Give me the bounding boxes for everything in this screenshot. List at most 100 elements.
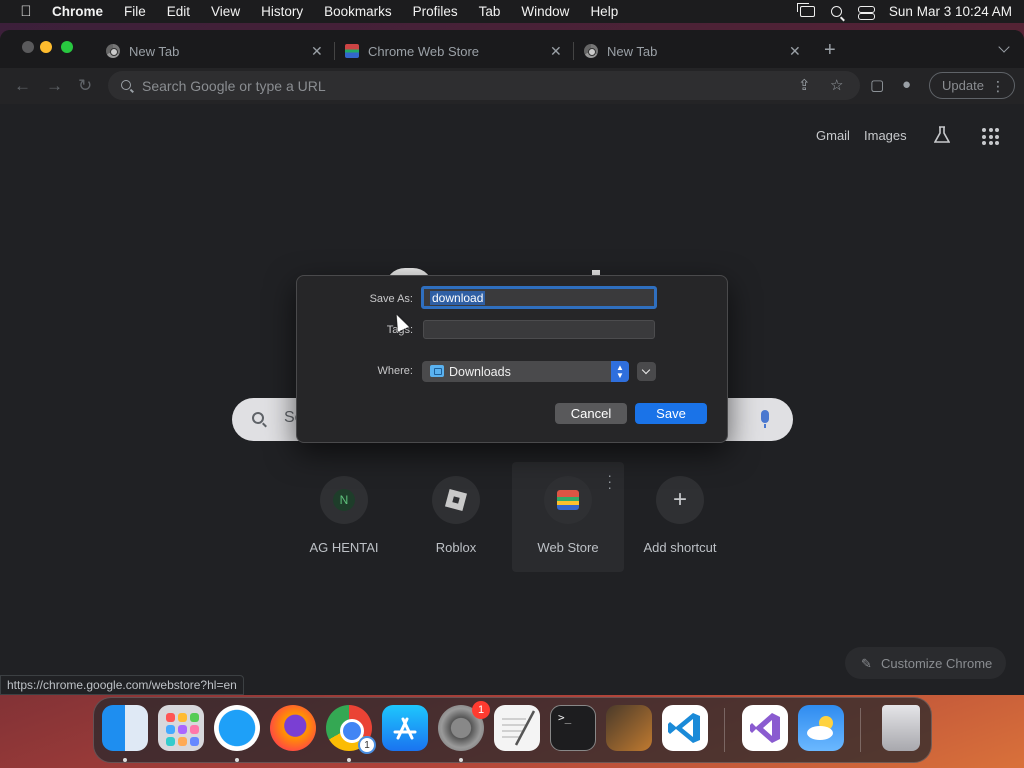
app-store-icon[interactable] bbox=[382, 705, 428, 751]
menu-clock[interactable]: Sun Mar 3 10:24 AM bbox=[889, 4, 1012, 19]
omnibox-placeholder: Search Google or type a URL bbox=[142, 77, 326, 94]
shortcut-label: Web Store bbox=[537, 540, 599, 555]
safari-icon[interactable] bbox=[214, 705, 260, 751]
dock-separator bbox=[860, 708, 861, 752]
customize-chrome-button[interactable]: ✎ Customize Chrome bbox=[845, 647, 1006, 679]
apple-icon[interactable]:  bbox=[0, 3, 52, 20]
running-indicator bbox=[347, 758, 351, 762]
shortcut-web-store[interactable]: · · · Web Store bbox=[512, 462, 624, 572]
roblox-icon bbox=[444, 488, 468, 512]
save-as-label: Save As: bbox=[369, 293, 413, 305]
menu-history[interactable]: History bbox=[261, 4, 303, 19]
tab-new-tab-1[interactable]: New Tab ✕ bbox=[106, 34, 334, 68]
trash-icon[interactable] bbox=[882, 705, 920, 751]
tab-separator bbox=[334, 42, 335, 60]
labs-flask-icon[interactable] bbox=[934, 126, 950, 144]
tab-close-icon[interactable]: ✕ bbox=[789, 43, 801, 60]
images-link[interactable]: Images bbox=[864, 128, 907, 143]
shortcut-roblox[interactable]: Roblox bbox=[400, 462, 512, 572]
vscode-icon[interactable] bbox=[662, 705, 708, 751]
gmail-link[interactable]: Gmail bbox=[816, 128, 850, 143]
app-store-glyph bbox=[393, 717, 417, 740]
screen-mirroring-icon[interactable] bbox=[796, 3, 815, 17]
shortcut-icon: N bbox=[320, 476, 368, 524]
save-dialog: Save As: download Tags: Where: Downloads… bbox=[296, 275, 728, 443]
apps-grid-icon[interactable] bbox=[982, 128, 999, 145]
spotlight-search-icon[interactable] bbox=[830, 6, 842, 17]
tab-separator bbox=[573, 42, 574, 60]
visual-studio-icon[interactable] bbox=[742, 705, 788, 751]
expand-dialog-button[interactable] bbox=[637, 362, 656, 381]
save-as-value: download bbox=[430, 291, 486, 305]
running-indicator bbox=[123, 758, 127, 762]
terminal-prompt-glyph: >_ bbox=[558, 711, 572, 724]
firefox-icon[interactable] bbox=[270, 705, 316, 751]
tab-title: New Tab bbox=[607, 43, 658, 59]
customize-label: Customize Chrome bbox=[881, 655, 993, 671]
shortcut-icon bbox=[432, 476, 480, 524]
tab-chrome-web-store[interactable]: Chrome Web Store ✕ bbox=[345, 34, 573, 68]
menu-tab[interactable]: Tab bbox=[479, 4, 501, 19]
menu-window[interactable]: Window bbox=[521, 4, 569, 19]
cancel-button[interactable]: Cancel bbox=[555, 403, 627, 424]
menu-file[interactable]: File bbox=[124, 4, 146, 19]
omnibox[interactable]: Search Google or type a URL bbox=[108, 71, 860, 100]
where-popup[interactable]: Downloads ▲ ▼ bbox=[422, 361, 629, 382]
shortcut-add[interactable]: + Add shortcut bbox=[624, 462, 736, 572]
share-icon[interactable]: ⇪ bbox=[798, 76, 811, 94]
chrome-icon[interactable]: 1 bbox=[326, 705, 376, 754]
tab-close-icon[interactable]: ✕ bbox=[550, 43, 562, 60]
more-menu-icon[interactable]: ⋮ bbox=[991, 78, 1005, 95]
chrome-icon bbox=[584, 44, 598, 58]
save-button[interactable]: Save bbox=[635, 403, 707, 424]
tab-search-chevron-icon[interactable] bbox=[998, 41, 1010, 53]
vscode-glyph bbox=[668, 713, 700, 743]
tab-new-tab-2[interactable]: New Tab ✕ bbox=[584, 34, 812, 68]
web-store-icon bbox=[345, 44, 359, 58]
window-minimize-button[interactable] bbox=[40, 41, 52, 53]
menu-help[interactable]: Help bbox=[590, 4, 618, 19]
launchpad-icon[interactable] bbox=[158, 705, 204, 751]
status-url: https://chrome.google.com/webstore?hl=en bbox=[0, 675, 244, 695]
search-icon bbox=[121, 80, 131, 90]
window-zoom-button[interactable] bbox=[61, 41, 73, 53]
control-center-icon[interactable] bbox=[857, 5, 875, 20]
menu-profiles[interactable]: Profiles bbox=[413, 4, 458, 19]
side-panel-icon[interactable]: ▢ bbox=[870, 76, 884, 94]
system-settings-icon[interactable]: 1 bbox=[438, 701, 490, 751]
shortcut-more-icon[interactable]: · · · bbox=[607, 468, 612, 494]
new-tab-plus-icon[interactable]: + bbox=[824, 39, 836, 62]
window-close-button[interactable] bbox=[22, 41, 34, 53]
update-button[interactable]: Update ⋮ bbox=[929, 72, 1015, 99]
terminal-icon[interactable]: >_ bbox=[550, 705, 596, 751]
downloads-folder-icon bbox=[430, 365, 444, 377]
forward-arrow-icon[interactable]: → bbox=[46, 76, 63, 96]
garageband-icon[interactable] bbox=[606, 705, 652, 751]
web-store-icon bbox=[557, 490, 579, 510]
menu-edit[interactable]: Edit bbox=[167, 4, 190, 19]
profile-icon[interactable]: ● bbox=[902, 76, 911, 93]
bookmark-star-icon[interactable]: ☆ bbox=[830, 76, 843, 94]
textedit-icon[interactable] bbox=[494, 705, 540, 751]
tags-input[interactable] bbox=[423, 320, 655, 339]
weather-icon[interactable] bbox=[798, 705, 844, 751]
finder-icon[interactable] bbox=[102, 705, 148, 751]
shortcut-label: Add shortcut bbox=[643, 540, 717, 555]
shortcut-icon bbox=[544, 476, 592, 524]
running-indicator bbox=[235, 758, 239, 762]
microphone-icon[interactable] bbox=[761, 410, 769, 428]
reload-icon[interactable]: ↻ bbox=[78, 76, 92, 96]
back-arrow-icon[interactable]: ← bbox=[14, 76, 31, 96]
menu-bar:  Chrome File Edit View History Bookmark… bbox=[0, 0, 1024, 23]
chrome-icon bbox=[106, 44, 120, 58]
tab-close-icon[interactable]: ✕ bbox=[311, 43, 323, 60]
menu-bookmarks[interactable]: Bookmarks bbox=[324, 4, 392, 19]
update-label: Update bbox=[942, 78, 984, 93]
menu-view[interactable]: View bbox=[211, 4, 240, 19]
menu-app-name[interactable]: Chrome bbox=[52, 4, 103, 19]
shortcut-ag-hentai[interactable]: N AG HENTAI bbox=[288, 462, 400, 572]
running-indicator bbox=[459, 758, 463, 762]
save-as-input[interactable]: download bbox=[421, 286, 657, 309]
where-label: Where: bbox=[377, 365, 413, 377]
tab-title: New Tab bbox=[129, 43, 180, 59]
